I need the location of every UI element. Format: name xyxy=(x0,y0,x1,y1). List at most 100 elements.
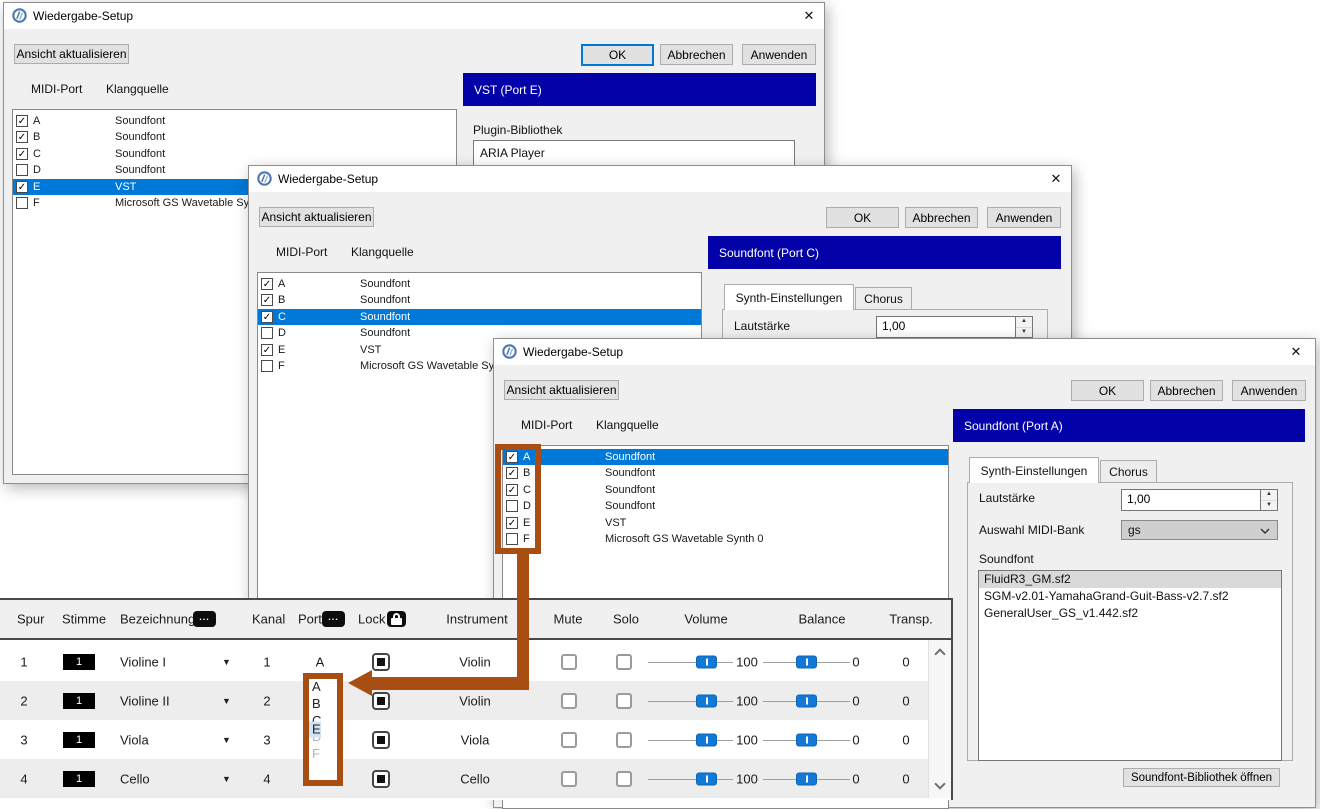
port-value[interactable]: A xyxy=(316,654,325,669)
plugin-library-input[interactable]: ARIA Player xyxy=(473,140,795,167)
port-row[interactable]: ✓EVST xyxy=(503,515,948,531)
solo-checkbox[interactable] xyxy=(616,693,632,709)
volume-spinbox[interactable]: 1,00 ▲▼ xyxy=(876,316,1033,338)
checkbox-checked[interactable]: ✓ xyxy=(261,278,273,290)
checkbox-unchecked[interactable] xyxy=(261,360,273,372)
checkbox-checked[interactable]: ✓ xyxy=(16,115,28,127)
soundfont-item[interactable]: SGM-v2.01-YamahaGrand-Guit-Bass-v2.7.sf2 xyxy=(979,588,1281,605)
voice-badge[interactable]: 1 xyxy=(63,771,95,787)
balance-slider-handle[interactable] xyxy=(796,694,817,707)
port-row[interactable]: FMicrosoft GS Wavetable Synth 0 xyxy=(503,531,948,547)
channel-value[interactable]: 4 xyxy=(263,771,270,786)
volume-slider-track[interactable] xyxy=(648,779,733,780)
cancel-button[interactable]: Abbrechen xyxy=(905,207,978,228)
bezeichnung-more-icon[interactable]: ... xyxy=(193,611,216,627)
track-name[interactable]: Cello xyxy=(120,771,150,786)
tab-chorus[interactable]: Chorus xyxy=(1100,460,1157,483)
solo-checkbox[interactable] xyxy=(616,732,632,748)
dropdown-item[interactable]: B xyxy=(309,696,337,713)
chevron-down-icon[interactable]: ▼ xyxy=(222,774,231,784)
mute-checkbox[interactable] xyxy=(561,771,577,787)
lock-icon[interactable] xyxy=(387,611,406,627)
lock-checkbox[interactable] xyxy=(372,653,390,671)
ok-button[interactable]: OK xyxy=(581,44,654,66)
port-row[interactable]: DSoundfont xyxy=(503,498,948,514)
checkbox-checked[interactable]: ✓ xyxy=(261,294,273,306)
volume-slider-track[interactable] xyxy=(648,740,733,741)
spin-up-icon[interactable]: ▲ xyxy=(1261,490,1277,501)
midi-bank-select[interactable]: gs xyxy=(1121,520,1278,540)
balance-slider-handle[interactable] xyxy=(796,733,817,746)
checkbox-checked[interactable]: ✓ xyxy=(16,181,28,193)
voice-badge[interactable]: 1 xyxy=(63,693,95,709)
solo-checkbox[interactable] xyxy=(616,771,632,787)
port-row-selected[interactable]: ✓ASoundfont xyxy=(503,449,948,465)
port-row[interactable]: ✓BSoundfont xyxy=(503,465,948,481)
refresh-view-button[interactable]: Ansicht aktualisieren xyxy=(14,44,129,64)
volume-slider-handle[interactable] xyxy=(696,655,717,668)
apply-button[interactable]: Anwenden xyxy=(1232,380,1306,401)
spin-down-icon[interactable]: ▼ xyxy=(1261,501,1277,511)
mute-checkbox[interactable] xyxy=(561,732,577,748)
checkbox-unchecked[interactable] xyxy=(16,164,28,176)
channel-value[interactable]: 3 xyxy=(263,732,270,747)
chevron-down-icon[interactable]: ▼ xyxy=(222,735,231,745)
cancel-button[interactable]: Abbrechen xyxy=(660,44,733,65)
volume-slider-handle[interactable] xyxy=(696,694,717,707)
close-icon[interactable]: ✕ xyxy=(798,6,820,26)
balance-slider-handle[interactable] xyxy=(796,772,817,785)
track-name[interactable]: Viola xyxy=(120,732,149,747)
checkbox-unchecked[interactable] xyxy=(16,197,28,209)
table-scrollbar[interactable] xyxy=(928,640,951,798)
port-row[interactable]: ✓CSoundfont xyxy=(13,146,456,162)
apply-button[interactable]: Anwenden xyxy=(742,44,816,65)
scroll-down-icon[interactable] xyxy=(934,778,945,789)
ok-button[interactable]: OK xyxy=(826,207,899,228)
checkbox-checked[interactable]: ✓ xyxy=(16,131,28,143)
soundfont-item-selected[interactable]: FluidR3_GM.sf2 xyxy=(979,571,1281,588)
close-icon[interactable]: ✕ xyxy=(1285,342,1307,362)
dropdown-item-highlighted[interactable]: E xyxy=(309,721,321,738)
ok-button[interactable]: OK xyxy=(1071,380,1144,401)
voice-badge[interactable]: 1 xyxy=(63,654,95,670)
tab-chorus[interactable]: Chorus xyxy=(855,287,912,310)
dropdown-item[interactable]: A xyxy=(309,679,337,696)
chevron-down-icon[interactable]: ▼ xyxy=(222,696,231,706)
volume-slider-track[interactable] xyxy=(648,662,733,663)
checkbox-checked[interactable]: ✓ xyxy=(261,311,273,323)
volume-slider-handle[interactable] xyxy=(696,772,717,785)
mute-checkbox[interactable] xyxy=(561,654,577,670)
port-row-selected[interactable]: ✓CSoundfont xyxy=(258,309,701,325)
volume-slider-handle[interactable] xyxy=(696,733,717,746)
apply-button[interactable]: Anwenden xyxy=(987,207,1061,228)
channel-value[interactable]: 2 xyxy=(263,693,270,708)
refresh-view-button[interactable]: Ansicht aktualisieren xyxy=(504,380,619,400)
mute-checkbox[interactable] xyxy=(561,693,577,709)
soundfont-item[interactable]: GeneralUser_GS_v1.442.sf2 xyxy=(979,605,1281,622)
close-icon[interactable]: ✕ xyxy=(1045,169,1067,189)
port-row[interactable]: ✓BSoundfont xyxy=(13,129,456,145)
checkbox-checked[interactable]: ✓ xyxy=(16,148,28,160)
refresh-view-button[interactable]: Ansicht aktualisieren xyxy=(259,207,374,227)
volume-slider-track[interactable] xyxy=(648,701,733,702)
solo-checkbox[interactable] xyxy=(616,654,632,670)
port-more-icon[interactable]: ... xyxy=(322,611,345,627)
volume-spinbox[interactable]: 1,00 ▲▼ xyxy=(1121,489,1278,511)
tab-synth-settings[interactable]: Synth-Einstellungen xyxy=(969,457,1099,483)
open-soundfont-library-button[interactable]: Soundfont-Bibliothek öffnen xyxy=(1123,768,1280,787)
track-name[interactable]: Violine I xyxy=(120,654,166,669)
cancel-button[interactable]: Abbrechen xyxy=(1150,380,1223,401)
port-row[interactable]: ✓ASoundfont xyxy=(13,113,456,129)
port-row[interactable]: ✓CSoundfont xyxy=(503,482,948,498)
voice-badge[interactable]: 1 xyxy=(63,732,95,748)
chevron-down-icon[interactable]: ▼ xyxy=(222,657,231,667)
dropdown-item-disabled[interactable]: F xyxy=(309,746,337,763)
track-name[interactable]: Violine II xyxy=(120,693,170,708)
checkbox-checked[interactable]: ✓ xyxy=(261,344,273,356)
port-row[interactable]: ✓ASoundfont xyxy=(258,276,701,292)
balance-slider-handle[interactable] xyxy=(796,655,817,668)
channel-value[interactable]: 1 xyxy=(263,654,270,669)
checkbox-unchecked[interactable] xyxy=(261,327,273,339)
lock-checkbox[interactable] xyxy=(372,770,390,788)
tab-synth-settings[interactable]: Synth-Einstellungen xyxy=(724,284,854,310)
